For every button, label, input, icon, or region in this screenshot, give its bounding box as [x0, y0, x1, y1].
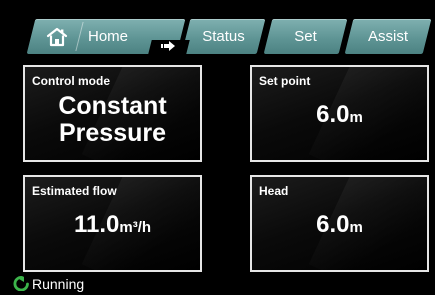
set-point-readout: 6.0m — [252, 101, 427, 129]
set-point-value: 6.0 — [316, 101, 350, 128]
status-text: Running — [32, 276, 85, 292]
tab-set-label[interactable]: Set — [268, 19, 343, 54]
set-point-panel[interactable]: Set point 6.0m — [250, 65, 429, 162]
head-unit: m — [349, 219, 363, 236]
estimated-flow-panel[interactable]: Estimated flow 11.0m³/h — [23, 175, 202, 272]
running-icon — [13, 276, 29, 291]
tab-assist-label[interactable]: Assist — [349, 19, 427, 54]
set-point-title: Set point — [259, 74, 311, 88]
estimated-flow-title: Estimated flow — [32, 184, 117, 198]
pump-display-screen: Home Status Set Assist Control mode Cons… — [0, 0, 435, 295]
head-title: Head — [259, 184, 289, 198]
tab-status-label[interactable]: Status — [186, 19, 261, 54]
control-mode-value-line1: Constant — [58, 92, 167, 120]
estimated-flow-value: 11.0 — [73, 211, 120, 238]
home-icon[interactable] — [46, 27, 68, 47]
arrow-right-icon — [161, 41, 175, 51]
tab-home-label[interactable]: Home — [88, 19, 148, 54]
control-mode-title: Control mode — [32, 74, 110, 88]
control-mode-panel[interactable]: Control mode Constant Pressure — [23, 65, 202, 162]
head-value: 6.0 — [316, 211, 350, 238]
estimated-flow-readout: 11.0m³/h — [25, 211, 200, 239]
control-mode-value-line2: Pressure — [58, 119, 167, 147]
head-panel[interactable]: Head 6.0m — [250, 175, 429, 272]
head-readout: 6.0m — [252, 211, 427, 239]
set-point-unit: m — [349, 109, 363, 126]
estimated-flow-unit: m³/h — [119, 219, 152, 236]
